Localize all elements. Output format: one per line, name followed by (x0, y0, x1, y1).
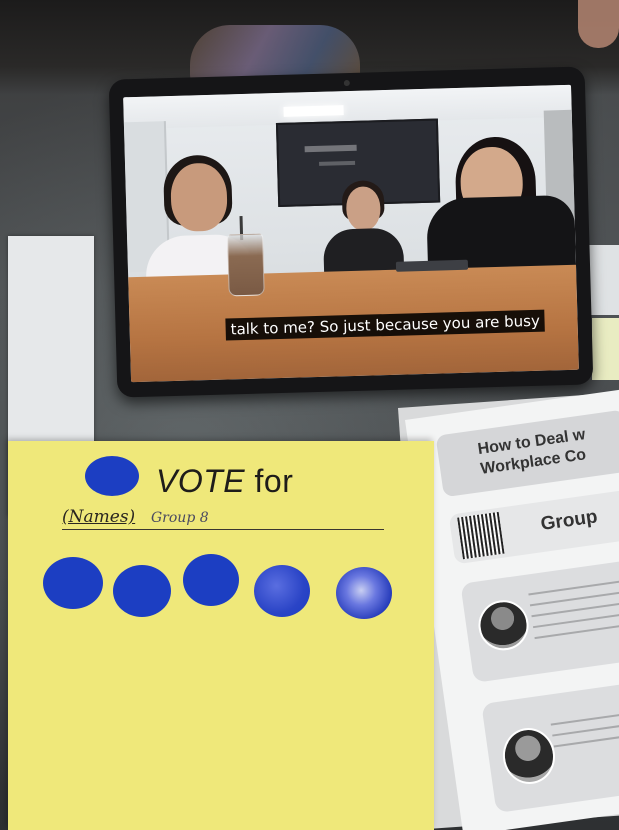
laptop (395, 259, 469, 272)
monitor-reflection (319, 160, 356, 166)
leaflet-header: How to Deal w Workplace Co (435, 409, 619, 498)
student-left-face (170, 162, 228, 232)
vote-sticker (254, 565, 310, 617)
student-middle-face (345, 186, 381, 232)
vote-sticker (336, 567, 392, 619)
vote-sticker (43, 557, 103, 609)
video-screen[interactable]: talk to me? So just because you are busy (123, 84, 579, 383)
member-avatar (499, 724, 559, 788)
leaflet-title: How to Deal w Workplace Co (477, 425, 590, 480)
photo-scene: talk to me? So just because you are busy… (0, 0, 619, 830)
leaflet-member-card (481, 677, 619, 814)
vote-title-vote: VOTE (156, 463, 246, 499)
vote-sticker (183, 554, 239, 606)
vote-title-for: for (254, 463, 294, 499)
ceiling-light (283, 105, 344, 117)
vote-title: VOTE for (156, 463, 293, 500)
leaflet-group-box: Group (448, 488, 619, 565)
names-value: Group 8 (151, 510, 209, 526)
sticky-note-right (592, 318, 619, 380)
member-avatar (475, 597, 532, 654)
vote-sticker (113, 565, 171, 617)
monitor-reflection (304, 144, 357, 153)
leaflet-member-card (460, 557, 619, 683)
names-underline (62, 529, 384, 530)
names-label: (Names) (62, 507, 136, 527)
tumbler-cup (227, 233, 265, 297)
qr-code-icon[interactable] (457, 511, 505, 560)
leaflet-body-lines (527, 569, 619, 648)
tablet: talk to me? So just because you are busy (108, 66, 594, 398)
background-hand (578, 0, 619, 48)
leaflet-group-heading: Group (539, 506, 599, 536)
leaflet-body-lines (549, 699, 619, 756)
title-dot-sticker (85, 456, 139, 496)
vote-card: VOTE for (Names) Group 8 (8, 441, 434, 830)
camera-dot (343, 79, 350, 87)
